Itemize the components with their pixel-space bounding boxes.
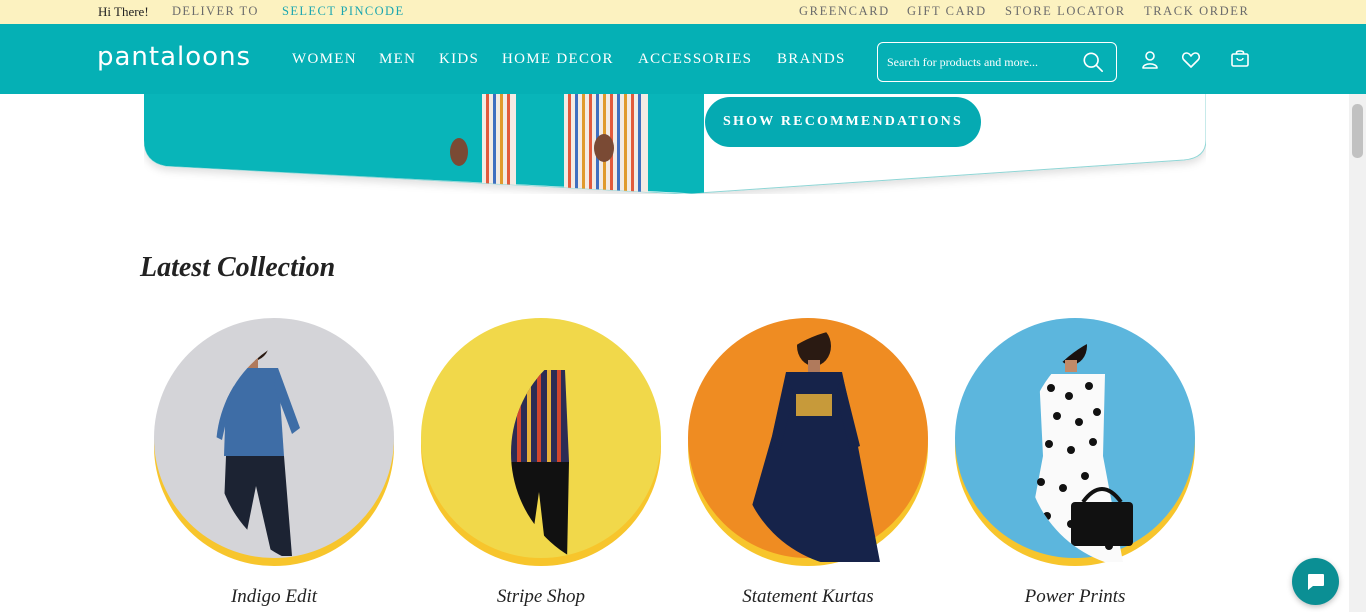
section-title: Latest Collection	[140, 252, 336, 283]
chat-button[interactable]	[1292, 558, 1339, 605]
chat-bubble-icon	[1308, 574, 1324, 590]
scrollbar-thumb[interactable]	[1352, 104, 1363, 158]
search-icon[interactable]	[1082, 51, 1104, 73]
collection-image	[688, 318, 928, 566]
nav-men[interactable]: MEN	[379, 51, 416, 68]
store-locator-link[interactable]: STORE LOCATOR	[1005, 4, 1126, 19]
nav-women[interactable]: WOMEN	[292, 51, 357, 68]
collection-card-statement-kurtas[interactable]: Statement Kurtas	[686, 316, 930, 612]
deliver-to-label: DELIVER TO	[172, 4, 259, 18]
page-scrollbar[interactable]	[1349, 94, 1366, 612]
nav-home-decor[interactable]: HOME DECOR	[502, 51, 614, 68]
track-order-link[interactable]: TRACK ORDER	[1144, 4, 1249, 19]
collection-card-power-prints[interactable]: Power Prints	[953, 316, 1197, 612]
search-input[interactable]	[887, 52, 1067, 72]
pantaloons-logo[interactable]: pantaloons	[97, 42, 251, 72]
collection-label[interactable]: Indigo Edit	[152, 586, 396, 608]
nav-brands[interactable]: BRANDS	[777, 51, 846, 68]
select-pincode-link[interactable]: SELECT PINCODE	[282, 4, 405, 19]
greencard-link[interactable]: GREENCARD	[799, 4, 890, 19]
top-utility-bar: Hi There! DELIVER TO SELECT PINCODE GREE…	[0, 0, 1366, 24]
bag-icon[interactable]	[1230, 48, 1250, 68]
user-icon[interactable]	[1140, 50, 1160, 70]
show-recommendations-button[interactable]: SHOW RECOMMENDATIONS	[705, 97, 981, 147]
collection-label[interactable]: Statement Kurtas	[686, 586, 930, 608]
search-box	[877, 42, 1117, 82]
nav-kids[interactable]: KIDS	[439, 51, 479, 68]
greeting-text: Hi There!	[98, 4, 149, 19]
collection-label[interactable]: Stripe Shop	[419, 586, 663, 608]
collection-card-stripe-shop[interactable]: Stripe Shop	[419, 316, 663, 612]
collection-image	[154, 318, 394, 566]
collection-image	[955, 318, 1195, 566]
heart-icon[interactable]	[1181, 50, 1201, 70]
gift-card-link[interactable]: GIFT CARD	[907, 4, 987, 19]
nav-accessories[interactable]: ACCESSORIES	[638, 51, 752, 68]
collection-image	[421, 318, 661, 566]
main-header: pantaloons WOMEN MEN KIDS HOME DECOR ACC…	[0, 24, 1366, 94]
collection-card-indigo-edit[interactable]: Indigo Edit	[152, 316, 396, 612]
collection-label[interactable]: Power Prints	[953, 586, 1197, 608]
